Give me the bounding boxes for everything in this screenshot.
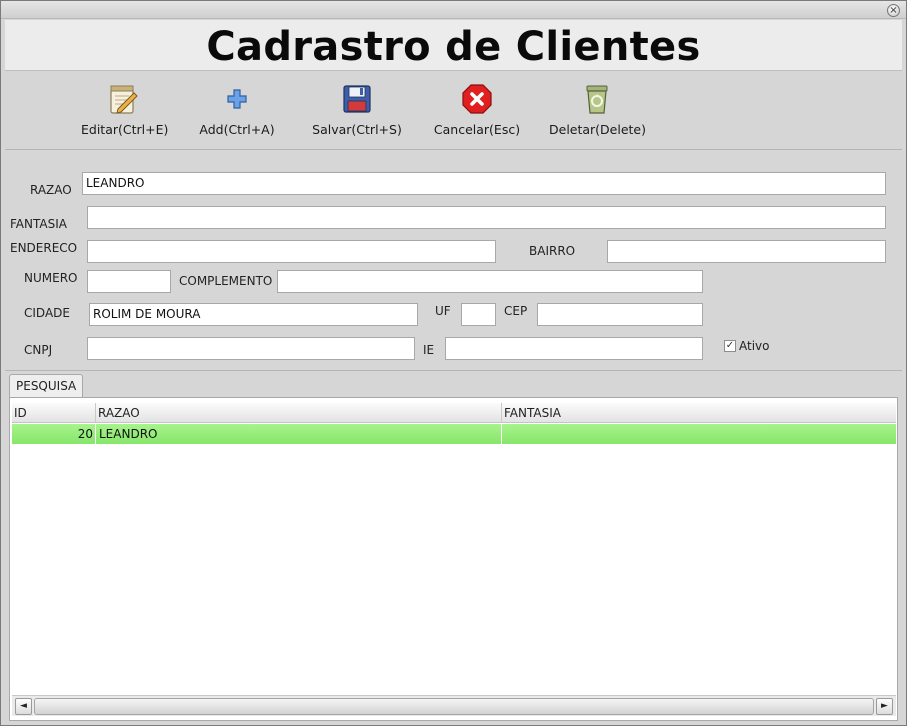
floppy-disk-icon (343, 85, 371, 113)
cidade-field[interactable]: ROLIM DE MOURA (89, 303, 418, 326)
delete-button[interactable]: Deletar(Delete) (549, 82, 647, 137)
bairro-field[interactable] (607, 240, 886, 263)
endereco-label: ENDERECO (10, 241, 78, 255)
cancel-button[interactable]: Cancelar(Esc) (433, 82, 521, 137)
delete-button-label: Deletar(Delete) (549, 122, 647, 137)
column-header-id[interactable]: ID (12, 403, 96, 423)
cell-id: 20 (12, 424, 96, 444)
uf-field[interactable] (461, 303, 496, 326)
cnpj-label: CNPJ (24, 343, 53, 357)
cancel-x-icon (462, 84, 492, 114)
search-panel: ID RAZAO FANTASIA 20 LEANDRO ◄ ► (9, 397, 898, 721)
ativo-label: Ativo (739, 339, 770, 353)
cell-fantasia (502, 424, 896, 444)
close-window-button[interactable]: × (887, 4, 900, 17)
toolbar: Editar(Ctrl+E) Add(Ctrl+A) Salvar(Ctrl+S… (5, 72, 902, 150)
numero-field[interactable] (87, 270, 171, 293)
save-button[interactable]: Salvar(Ctrl+S) (311, 82, 403, 137)
page-header: Cadrastro de Clientes (5, 20, 902, 71)
cep-label: CEP (504, 304, 528, 318)
scroll-right-icon[interactable]: ► (876, 698, 893, 715)
razao-field[interactable]: LEANDRO (82, 172, 886, 195)
add-button-label: Add(Ctrl+A) (199, 122, 275, 137)
ie-field[interactable] (445, 337, 703, 360)
cidade-label: CIDADE (24, 306, 70, 320)
fantasia-field[interactable] (87, 206, 886, 229)
scroll-thumb[interactable] (34, 698, 874, 715)
edit-button-label: Editar(Ctrl+E) (81, 122, 169, 137)
cancel-button-label: Cancelar(Esc) (433, 122, 521, 137)
table-header: ID RAZAO FANTASIA (12, 403, 896, 423)
cell-razao: LEANDRO (96, 424, 502, 444)
endereco-field[interactable] (87, 240, 496, 263)
plus-icon (227, 89, 247, 109)
client-register-window: × Cadrastro de Clientes Editar(Ctrl+E) A… (0, 0, 907, 726)
uf-label: UF (435, 304, 451, 318)
title-bar: × (1, 1, 906, 19)
complemento-label: COMPLEMENTO (179, 274, 273, 288)
edit-button[interactable]: Editar(Ctrl+E) (81, 82, 169, 137)
save-button-label: Salvar(Ctrl+S) (312, 122, 402, 137)
numero-label: NUMERO (24, 271, 78, 285)
add-button[interactable]: Add(Ctrl+A) (197, 82, 277, 137)
client-form: RAZAO LEANDRO FANTASIA ENDERECO BAIRRO N… (5, 152, 902, 371)
column-header-razao[interactable]: RAZAO (96, 403, 502, 423)
recycle-bin-icon (586, 85, 608, 114)
scroll-left-icon[interactable]: ◄ (15, 698, 32, 715)
fantasia-label: FANTASIA (10, 217, 67, 231)
ie-label: IE (423, 343, 435, 357)
cnpj-field[interactable] (87, 337, 415, 360)
bairro-label: BAIRRO (529, 244, 576, 258)
edit-notepad-icon (110, 85, 138, 114)
ativo-checkbox[interactable]: ✓ (724, 340, 736, 352)
complemento-field[interactable] (277, 270, 703, 293)
razao-label: RAZAO (30, 183, 72, 197)
horizontal-scrollbar[interactable]: ◄ ► (12, 695, 896, 716)
page-title: Cadrastro de Clientes (206, 24, 701, 70)
tab-pesquisa[interactable]: PESQUISA (9, 374, 84, 398)
table-row[interactable]: 20 LEANDRO (12, 424, 896, 444)
column-header-fantasia[interactable]: FANTASIA (502, 403, 896, 423)
tab-container: PESQUISA ID RAZAO FANTASIA 20 LEANDRO ◄ … (5, 372, 902, 724)
cep-field[interactable] (537, 303, 703, 326)
